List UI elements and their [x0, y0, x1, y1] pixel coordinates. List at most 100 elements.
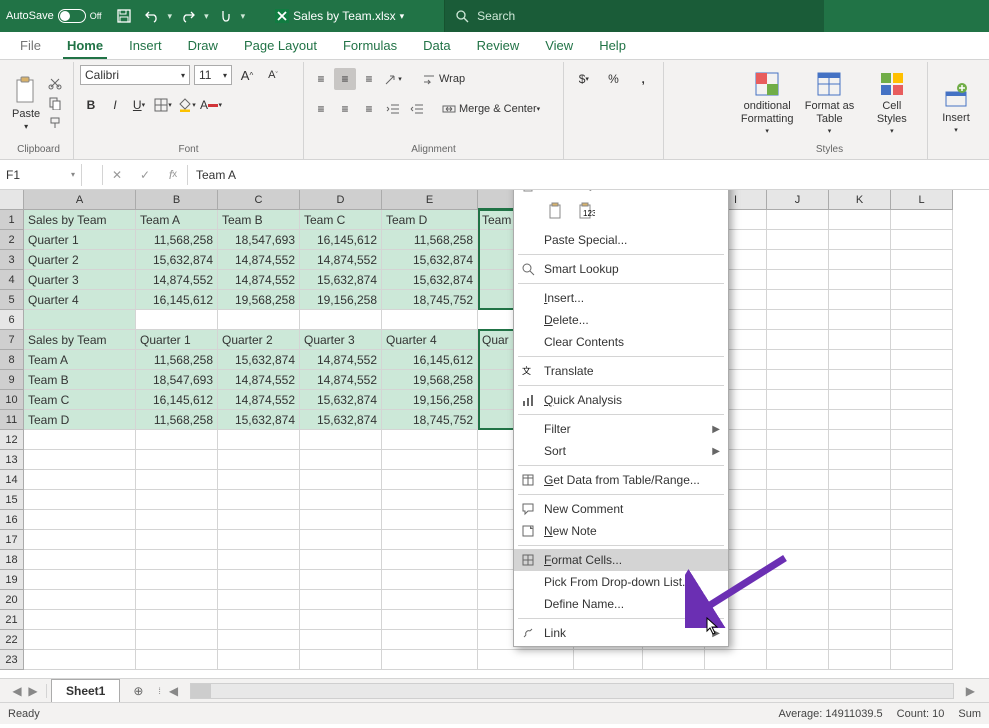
cm-insert[interactable]: Insert...: [514, 287, 728, 309]
name-box[interactable]: F1▾: [0, 164, 82, 186]
cell[interactable]: [829, 270, 891, 290]
cell[interactable]: [24, 310, 136, 330]
cell[interactable]: [767, 470, 829, 490]
row-header-17[interactable]: 17: [0, 530, 24, 550]
cell[interactable]: 11,568,258: [136, 230, 218, 250]
cell[interactable]: [24, 590, 136, 610]
cell[interactable]: [767, 250, 829, 270]
cm-new-comment[interactable]: New Comment: [514, 498, 728, 520]
font-color-button[interactable]: A▾: [200, 94, 222, 116]
cell[interactable]: [24, 510, 136, 530]
paste-option-default[interactable]: [544, 199, 568, 223]
cell[interactable]: [767, 210, 829, 230]
row-header-6[interactable]: 6: [0, 310, 24, 330]
cell[interactable]: [218, 490, 300, 510]
align-right-button[interactable]: ≡: [358, 98, 380, 120]
cell[interactable]: 14,874,552: [218, 250, 300, 270]
cell[interactable]: 14,874,552: [300, 370, 382, 390]
cell[interactable]: [136, 510, 218, 530]
cell[interactable]: Sales by Team: [24, 210, 136, 230]
cell[interactable]: [218, 650, 300, 670]
tab-review[interactable]: Review: [465, 32, 532, 59]
cell[interactable]: [24, 610, 136, 630]
sheet-nav-prev[interactable]: ◀: [10, 684, 24, 698]
cell[interactable]: [382, 430, 478, 450]
col-header-D[interactable]: D: [300, 190, 382, 210]
cell[interactable]: [829, 490, 891, 510]
cell[interactable]: [300, 510, 382, 530]
add-sheet-button[interactable]: ⊕: [128, 681, 148, 701]
cell[interactable]: [382, 470, 478, 490]
cell[interactable]: 16,145,612: [382, 350, 478, 370]
cell[interactable]: [136, 470, 218, 490]
cm-paste-special[interactable]: Paste Special...: [514, 229, 728, 251]
cell[interactable]: 15,632,874: [382, 270, 478, 290]
conditional-formatting-button[interactable]: onditional Formatting▾: [738, 68, 796, 138]
cell[interactable]: [891, 410, 953, 430]
cell[interactable]: Team C: [300, 210, 382, 230]
cell[interactable]: [767, 510, 829, 530]
cell[interactable]: 15,632,874: [300, 270, 382, 290]
cell[interactable]: [24, 650, 136, 670]
cell[interactable]: [705, 650, 767, 670]
search-box[interactable]: Search: [444, 0, 824, 32]
cell[interactable]: [382, 590, 478, 610]
cell[interactable]: [767, 270, 829, 290]
cell[interactable]: 18,547,693: [218, 230, 300, 250]
save-icon[interactable]: [112, 4, 136, 28]
cell[interactable]: 14,874,552: [136, 270, 218, 290]
cell[interactable]: [829, 250, 891, 270]
cell[interactable]: [891, 270, 953, 290]
cell[interactable]: 14,874,552: [218, 270, 300, 290]
cell[interactable]: [24, 630, 136, 650]
cell[interactable]: 19,156,258: [300, 290, 382, 310]
cell[interactable]: [300, 490, 382, 510]
col-header-C[interactable]: C: [218, 190, 300, 210]
format-painter-icon[interactable]: [46, 114, 64, 132]
cell[interactable]: [218, 450, 300, 470]
align-bottom-button[interactable]: ≡: [358, 68, 380, 90]
cell[interactable]: Quarter 3: [300, 330, 382, 350]
tab-draw[interactable]: Draw: [176, 32, 230, 59]
sheet-tab-sheet1[interactable]: Sheet1: [51, 679, 120, 702]
cell[interactable]: 18,547,693: [136, 370, 218, 390]
row-header-8[interactable]: 8: [0, 350, 24, 370]
underline-button[interactable]: U ▾: [128, 94, 150, 116]
cell[interactable]: [891, 350, 953, 370]
cell[interactable]: 16,145,612: [136, 390, 218, 410]
cell[interactable]: [891, 430, 953, 450]
cm-new-note[interactable]: New Note: [514, 520, 728, 542]
cell[interactable]: 18,745,752: [382, 410, 478, 430]
cell[interactable]: 15,632,874: [136, 250, 218, 270]
cell[interactable]: [829, 290, 891, 310]
row-header-9[interactable]: 9: [0, 370, 24, 390]
bold-button[interactable]: B: [80, 94, 102, 116]
cell[interactable]: [829, 210, 891, 230]
cell[interactable]: [767, 330, 829, 350]
cell[interactable]: [136, 650, 218, 670]
cell[interactable]: 14,874,552: [300, 250, 382, 270]
insert-function-button[interactable]: fx: [159, 161, 187, 189]
cell[interactable]: [300, 450, 382, 470]
font-size-select[interactable]: 11▾: [194, 65, 232, 85]
decrease-indent-button[interactable]: [382, 98, 404, 120]
tab-insert[interactable]: Insert: [117, 32, 174, 59]
cell[interactable]: [136, 590, 218, 610]
cell[interactable]: [300, 310, 382, 330]
cm-link[interactable]: Link▶: [514, 622, 728, 644]
cell[interactable]: [300, 610, 382, 630]
cell[interactable]: [829, 450, 891, 470]
cell[interactable]: [829, 370, 891, 390]
col-header-B[interactable]: B: [136, 190, 218, 210]
row-header-7[interactable]: 7: [0, 330, 24, 350]
cell[interactable]: [136, 610, 218, 630]
cell[interactable]: [382, 550, 478, 570]
cell[interactable]: [891, 210, 953, 230]
cell[interactable]: [891, 470, 953, 490]
cell[interactable]: [829, 350, 891, 370]
cm-filter[interactable]: Filter▶: [514, 418, 728, 440]
copy-icon[interactable]: [46, 94, 64, 112]
cell[interactable]: 11,568,258: [136, 350, 218, 370]
cell[interactable]: Team B: [218, 210, 300, 230]
cell[interactable]: [829, 330, 891, 350]
